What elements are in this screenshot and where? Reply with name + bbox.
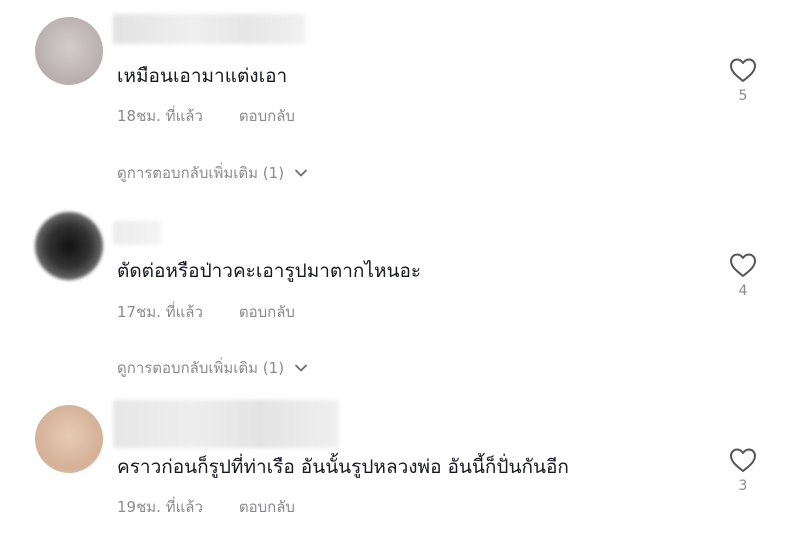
- username-blurred[interactable]: [113, 400, 339, 448]
- username-blurred[interactable]: [113, 14, 305, 44]
- avatar[interactable]: [35, 17, 103, 85]
- like-count: 5: [738, 88, 748, 104]
- chevron-down-icon: [295, 169, 307, 177]
- username-blurred[interactable]: [113, 221, 161, 245]
- heart-outline-icon[interactable]: [728, 446, 758, 474]
- view-more-replies-button[interactable]: ดูการตอบกลับเพิ่มเติม (1): [117, 358, 308, 378]
- reply-button[interactable]: ตอบกลับ: [239, 302, 295, 322]
- reply-button[interactable]: ตอบกลับ: [239, 497, 295, 517]
- avatar[interactable]: [35, 405, 103, 473]
- comment-text: คราวก่อนก็รูปที่ท่าเรือ อันนั้นรูปหลวงพ่…: [117, 456, 569, 478]
- heart-outline-icon[interactable]: [728, 56, 758, 84]
- comment-time: 18ชม. ที่แล้ว: [117, 107, 203, 125]
- like-count: 4: [738, 283, 748, 299]
- like-group: 3: [726, 446, 760, 494]
- avatar[interactable]: [35, 212, 103, 280]
- comment-text: เหมือนเอามาแต่งเอา: [117, 65, 288, 87]
- view-more-replies-label: ดูการตอบกลับเพิ่มเติม (1): [117, 359, 285, 377]
- chevron-down-icon: [295, 364, 307, 372]
- like-group: 5: [726, 56, 760, 104]
- like-group: 4: [726, 251, 760, 299]
- like-count: 3: [738, 478, 748, 494]
- reply-button[interactable]: ตอบกลับ: [239, 106, 295, 126]
- comment-meta: 19ชม. ที่แล้ว ตอบกลับ: [117, 497, 295, 517]
- view-more-replies-button[interactable]: ดูการตอบกลับเพิ่มเติม (1): [117, 163, 308, 183]
- heart-outline-icon[interactable]: [728, 251, 758, 279]
- comment-meta: 17ชม. ที่แล้ว ตอบกลับ: [117, 302, 295, 322]
- comment-time: 17ชม. ที่แล้ว: [117, 303, 203, 321]
- comment-text: ตัดต่อหรือป่าวคะเอารูปมาตากไหนอะ: [117, 260, 422, 282]
- comment-time: 19ชม. ที่แล้ว: [117, 498, 203, 516]
- comment-meta: 18ชม. ที่แล้ว ตอบกลับ: [117, 106, 295, 126]
- view-more-replies-label: ดูการตอบกลับเพิ่มเติม (1): [117, 164, 285, 182]
